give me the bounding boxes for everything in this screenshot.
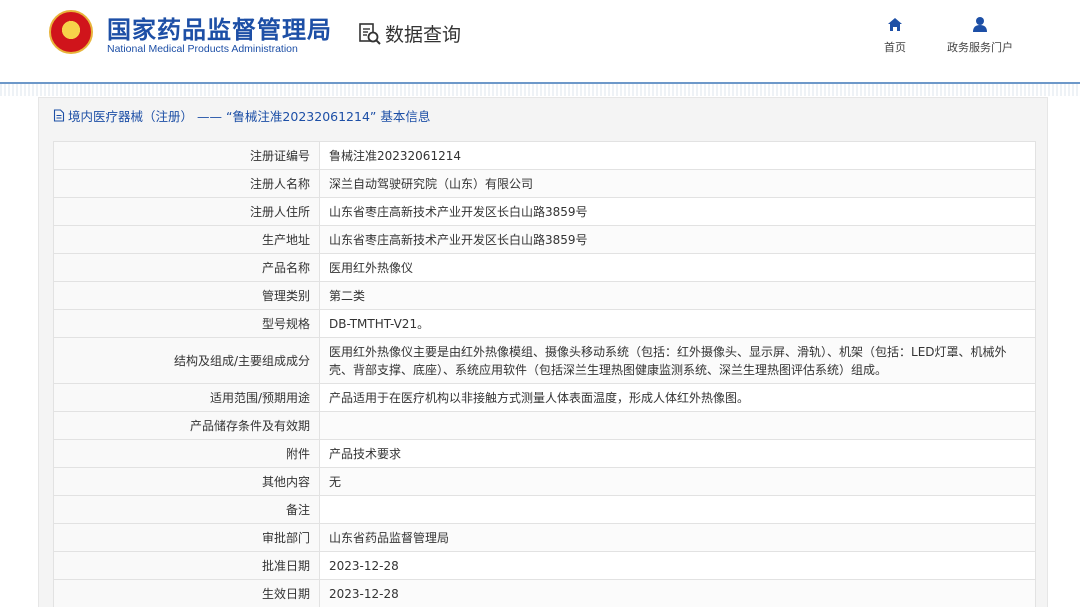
table-row: 管理类别 第二类	[53, 281, 1036, 310]
registration-info-table: 注册证编号 鲁械注准20232061214 注册人名称 深兰自动驾驶研究院（山东）有…	[53, 141, 1036, 607]
table-row: 产品储存条件及有效期	[53, 411, 1036, 440]
row-value: 产品适用于在医疗机构以非接触方式测量人体表面温度，形成人体红外热像图。	[319, 383, 1036, 412]
user-icon	[973, 17, 987, 32]
row-value: 深兰自动驾驶研究院（山东）有限公司	[319, 169, 1036, 198]
table-row: 备注	[53, 495, 1036, 524]
data-query-label: 数据查询	[385, 24, 462, 46]
nav-home-label: 首页	[884, 41, 906, 54]
panel-title: 境内医疗器械（注册） —— “鲁械注准20232061214” 基本信息	[53, 106, 430, 125]
document-search-icon	[359, 22, 381, 45]
row-value	[319, 495, 1036, 524]
table-row: 适用范围/预期用途 产品适用于在医疗机构以非接触方式测量人体表面温度，形成人体红外…	[53, 383, 1036, 412]
row-value: 医用红外热像仪	[319, 253, 1036, 282]
row-value	[319, 411, 1036, 440]
row-value: 医用红外热像仪主要是由红外热像模组、摄像头移动系统（包括：红外摄像头、显示屏、滑…	[319, 337, 1036, 384]
site-header: ★ 国家药品监督管理局 National Medical Products Ad…	[0, 0, 1080, 82]
table-row: 型号规格 DB-TMTHT-V21。	[53, 309, 1036, 338]
row-label: 备注	[53, 495, 320, 524]
row-label: 生效日期	[53, 579, 320, 607]
row-value: 鲁械注准20232061214	[319, 141, 1036, 170]
table-row: 注册人名称 深兰自动驾驶研究院（山东）有限公司	[53, 169, 1036, 198]
table-row: 批准日期 2023-12-28	[53, 551, 1036, 580]
row-label: 附件	[53, 439, 320, 468]
panel-title-text: 境内医疗器械（注册） —— “鲁械注准20232061214” 基本信息	[68, 109, 431, 124]
row-value: DB-TMTHT-V21。	[319, 309, 1036, 338]
row-value: 产品技术要求	[319, 439, 1036, 468]
data-query-title[interactable]: 数据查询	[358, 20, 461, 47]
table-row: 其他内容无	[53, 467, 1036, 496]
row-value: 2023-12-28	[319, 579, 1036, 607]
table-row: 生产地址 山东省枣庄高新技术产业开发区长白山路3859号	[53, 225, 1036, 254]
row-value: 山东省枣庄高新技术产业开发区长白山路3859号	[319, 197, 1036, 226]
row-label: 适用范围/预期用途	[53, 383, 320, 412]
row-value: 无	[319, 467, 1036, 496]
row-value: 2023-12-28	[319, 551, 1036, 580]
table-row: 审批部门 山东省药品监督管理局	[53, 523, 1036, 552]
row-label: 其他内容	[53, 467, 320, 496]
row-label: 注册人住所	[53, 197, 320, 226]
org-name-cn[interactable]: 国家药品监督管理局	[107, 10, 332, 45]
row-label: 批准日期	[53, 551, 320, 580]
table-row: 结构及组成/主要组成成分 医用红外热像仪主要是由红外热像模组、摄像头移动系统（包括…	[53, 337, 1036, 384]
row-value: 山东省药品监督管理局	[319, 523, 1036, 552]
row-label: 结构及组成/主要组成成分	[53, 337, 320, 384]
row-label: 型号规格	[53, 309, 320, 338]
row-label: 产品储存条件及有效期	[53, 411, 320, 440]
row-value: 山东省枣庄高新技术产业开发区长白山路3859号	[319, 225, 1036, 254]
nav-portal-link[interactable]: 政务服务门户	[940, 16, 1020, 55]
org-name-en[interactable]: National Medical Products Administration	[107, 43, 298, 55]
row-value: 第二类	[319, 281, 1036, 310]
header-dot-band	[0, 84, 1080, 96]
row-label: 审批部门	[53, 523, 320, 552]
table-row: 产品名称 医用红外热像仪	[53, 253, 1036, 282]
row-label: 产品名称	[53, 253, 320, 282]
document-icon	[53, 109, 65, 122]
nav-home-link[interactable]: 首页	[880, 16, 910, 55]
row-label: 管理类别	[53, 281, 320, 310]
table-row: 注册人住所 山东省枣庄高新技术产业开发区长白山路3859号	[53, 197, 1036, 226]
table-row: 注册证编号 鲁械注准20232061214	[53, 141, 1036, 170]
row-label: 注册人名称	[53, 169, 320, 198]
table-row: 附件 产品技术要求	[53, 439, 1036, 468]
row-label: 注册证编号	[53, 141, 320, 170]
national-emblem-logo[interactable]: ★	[49, 10, 93, 54]
row-label: 生产地址	[53, 225, 320, 254]
nav-portal-label: 政务服务门户	[947, 41, 1013, 54]
home-icon	[888, 18, 902, 31]
table-row: 生效日期 2023-12-28	[53, 579, 1036, 607]
info-panel: 境内医疗器械（注册） —— “鲁械注准20232061214” 基本信息 注册证…	[38, 97, 1048, 607]
